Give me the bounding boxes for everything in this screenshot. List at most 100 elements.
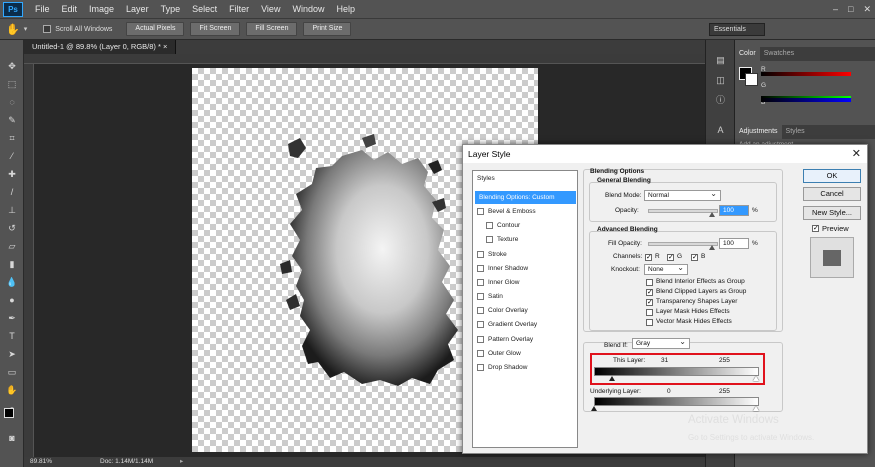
menu-select[interactable]: Select [186, 0, 223, 18]
style-item-checkbox[interactable] [477, 349, 484, 357]
ok-button[interactable]: OK [803, 169, 861, 183]
style-item-checkbox[interactable] [477, 335, 484, 343]
this-layer-white-handle[interactable] [753, 376, 759, 381]
this-layer-black-handle[interactable] [609, 376, 615, 381]
menu-file[interactable]: File [29, 0, 56, 18]
status-menu-arrow-icon[interactable]: ▸ [180, 457, 183, 467]
gradient-tool-icon[interactable]: ▮ [6, 258, 18, 270]
underlying-layer-gradient[interactable] [594, 397, 759, 406]
dodge-tool-icon[interactable]: ● [6, 294, 18, 306]
advanced-option-checkbox[interactable] [646, 279, 653, 286]
blend-if-select[interactable]: Gray [632, 337, 690, 349]
style-item[interactable]: Satin [475, 290, 576, 303]
path-selection-tool-icon[interactable]: ➤ [6, 348, 18, 360]
red-slider[interactable] [761, 72, 851, 76]
advanced-option-checkbox[interactable]: ✓ [646, 289, 653, 296]
quick-mask-icon[interactable]: ◙ [6, 432, 18, 444]
move-tool-icon[interactable]: ✥ [6, 60, 18, 72]
tab-color[interactable]: Color [735, 47, 760, 61]
advanced-option-checkbox[interactable] [646, 309, 653, 316]
knockout-select[interactable]: None [644, 263, 688, 275]
blue-slider[interactable] [761, 98, 851, 102]
blur-tool-icon[interactable]: 💧 [6, 276, 18, 288]
opacity-slider[interactable] [648, 209, 718, 213]
menu-filter[interactable]: Filter [223, 0, 255, 18]
style-item-checkbox[interactable] [477, 264, 484, 272]
fill-opacity-slider[interactable] [648, 242, 718, 246]
tab-adjustments[interactable]: Adjustments [735, 125, 782, 139]
tab-styles[interactable]: Styles [782, 125, 809, 139]
style-item[interactable]: Color Overlay [475, 304, 576, 317]
style-item-checkbox[interactable] [486, 222, 493, 230]
character-panel-icon[interactable]: A [714, 124, 727, 136]
eraser-tool-icon[interactable]: ▱ [6, 240, 18, 252]
actual-pixels-button[interactable]: Actual Pixels [126, 22, 185, 36]
close-window-button[interactable]: ✕ [863, 0, 871, 18]
channel-r-checkbox[interactable]: ✓ [645, 254, 652, 261]
fill-screen-button[interactable]: Fill Screen [246, 22, 298, 36]
eyedropper-tool-icon[interactable]: ⁄ [6, 150, 18, 162]
bg-color-chip[interactable] [745, 73, 758, 86]
style-item[interactable]: Pattern Overlay [475, 333, 576, 346]
opacity-slider-handle[interactable] [709, 212, 715, 217]
style-item[interactable]: Texture [475, 233, 576, 246]
new-style-button[interactable]: New Style... [803, 206, 861, 220]
style-item[interactable]: Contour [475, 219, 576, 232]
fill-opacity-slider-handle[interactable] [709, 245, 715, 250]
underlying-white-handle[interactable] [753, 406, 759, 411]
style-item-checkbox[interactable] [477, 363, 484, 371]
info-panel-icon[interactable]: ⓘ [714, 94, 727, 106]
foreground-color-swatch[interactable] [4, 408, 14, 418]
menu-edit[interactable]: Edit [56, 0, 84, 18]
pen-tool-icon[interactable]: ✒ [6, 312, 18, 324]
maximize-button[interactable]: □ [848, 0, 853, 18]
blend-mode-select[interactable]: Normal [644, 189, 721, 201]
this-layer-gradient[interactable] [594, 367, 759, 376]
opacity-input[interactable]: 100 [719, 205, 749, 216]
channel-g-checkbox[interactable]: ✓ [667, 254, 674, 261]
quick-select-tool-icon[interactable]: ✎ [6, 114, 18, 126]
menu-layer[interactable]: Layer [120, 0, 155, 18]
minimize-button[interactable]: – [833, 0, 838, 18]
menu-window[interactable]: Window [286, 0, 330, 18]
brush-tool-icon[interactable]: / [6, 186, 18, 198]
style-item-checkbox[interactable] [477, 250, 484, 258]
clone-stamp-tool-icon[interactable]: ⊥ [6, 204, 18, 216]
history-panel-icon[interactable]: ▤ [714, 54, 727, 66]
print-size-button[interactable]: Print Size [303, 22, 352, 36]
tab-swatches[interactable]: Swatches [760, 47, 798, 61]
style-item[interactable]: Stroke [475, 248, 576, 261]
underlying-black-handle[interactable] [591, 406, 597, 411]
lasso-tool-icon[interactable]: ◌ [6, 96, 18, 108]
style-item-checkbox[interactable] [477, 278, 484, 286]
menu-type[interactable]: Type [155, 0, 187, 18]
style-item[interactable]: Blending Options: Custom [475, 191, 576, 204]
style-item[interactable]: Inner Glow [475, 276, 576, 289]
marquee-tool-icon[interactable]: ⬚ [6, 78, 18, 90]
shape-tool-icon[interactable]: ▭ [6, 366, 18, 378]
style-item[interactable]: Bevel & Emboss [475, 205, 576, 218]
style-item[interactable]: Gradient Overlay [475, 318, 576, 331]
style-item-checkbox[interactable] [486, 236, 493, 244]
fit-screen-button[interactable]: Fit Screen [190, 22, 241, 36]
style-item[interactable]: Inner Shadow [475, 262, 576, 275]
scroll-all-windows-checkbox[interactable] [43, 25, 52, 33]
type-tool-icon[interactable]: T [6, 330, 18, 342]
healing-brush-tool-icon[interactable]: ✚ [6, 168, 18, 180]
zoom-level[interactable]: 89.81% [30, 457, 52, 467]
styles-header[interactable]: Styles [477, 175, 495, 182]
style-item-checkbox[interactable] [477, 293, 484, 301]
style-item[interactable]: Drop Shadow [475, 361, 576, 374]
history-brush-tool-icon[interactable]: ↺ [6, 222, 18, 234]
tool-preset-dropdown[interactable]: ▾ [24, 25, 28, 33]
hand-tool-icon[interactable]: ✋ [6, 384, 18, 396]
fill-opacity-input[interactable]: 100 [719, 238, 749, 249]
crop-tool-icon[interactable]: ⌗ [6, 132, 18, 144]
menu-help[interactable]: Help [330, 0, 361, 18]
dialog-close-button[interactable]: ✕ [852, 147, 861, 160]
preview-checkbox[interactable]: ✓ [812, 225, 819, 232]
channel-b-checkbox[interactable]: ✓ [691, 254, 698, 261]
style-item-checkbox[interactable] [477, 321, 484, 329]
style-item[interactable]: Outer Glow [475, 347, 576, 360]
advanced-option-checkbox[interactable] [646, 319, 653, 326]
